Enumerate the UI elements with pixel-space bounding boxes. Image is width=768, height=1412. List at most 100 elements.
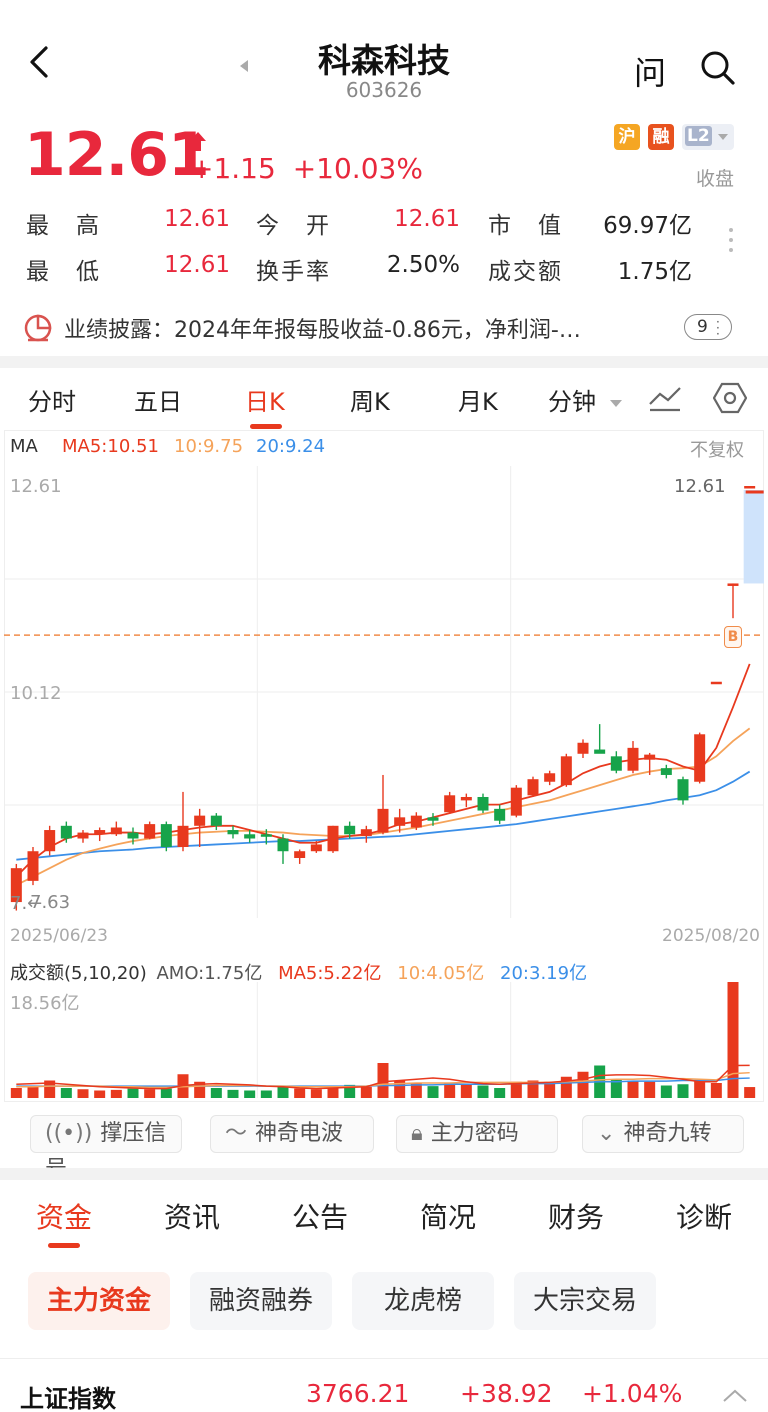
volume-bar [444,1083,456,1098]
volume-bar [494,1088,506,1098]
price-axis-mid: 10.12 [10,683,62,704]
candle-body [727,583,739,586]
level2-badge[interactable]: L2 [682,124,734,150]
last-price-label: 12.61 [674,476,726,497]
volume-bar [460,1084,472,1098]
search-icon [701,51,735,85]
candle-body [310,844,322,852]
candle-body [410,815,422,828]
line-chart-icon [649,387,681,412]
index-name: 上证指数 [20,1385,116,1412]
candle-body [744,486,756,489]
subtab-block-trade[interactable]: 大宗交易 [514,1272,656,1330]
chip-magic-nine[interactable]: ⌄ 神奇九转 [582,1115,744,1153]
volume-bar [727,982,739,1098]
candle-body [594,749,606,754]
ma5-value: MA5:10.51 [62,436,159,457]
indicator-settings-button[interactable] [648,384,682,416]
tab-daily-k[interactable]: 日K [245,382,285,417]
volume-bar [477,1085,489,1098]
tab-five-day[interactable]: 五日 [134,382,182,417]
volume-bar [677,1084,689,1098]
candlestick-chart[interactable] [4,466,764,918]
market-badge-sh: 沪 [614,124,640,150]
candle-body [94,830,106,835]
change-percent: +10.03% [292,152,423,185]
tab-profile[interactable]: 简况 [420,1196,476,1236]
chip-label: 神奇电波 [255,1121,344,1146]
more-stats-icon[interactable] [729,228,733,252]
chip-support-resistance[interactable]: ((•))撑压信号 [30,1115,182,1182]
tab-funds[interactable]: 资金 [36,1196,92,1236]
dropdown-icon [718,134,728,140]
notice-count: 9 [697,317,708,337]
level2-label: L2 [685,126,712,146]
volume-bar [377,1063,389,1098]
adjust-mode[interactable]: 不复权 [690,436,744,462]
buy-marker[interactable]: B [724,626,742,648]
chip-label: 主力密码 [430,1121,519,1146]
active-tab-indicator [250,424,282,429]
bottom-tab-indicator [48,1243,80,1248]
index-change-percent: +1.04% [582,1379,683,1408]
volume-bar [144,1089,156,1098]
volume-bar [627,1080,639,1098]
candle-body [610,756,622,771]
candle-body [694,734,706,782]
tab-intraday[interactable]: 分时 [28,382,76,417]
candle-body [77,832,89,839]
candle-body [710,681,722,685]
chevron-down-icon [609,399,622,407]
tab-minute-label: 分钟 [548,388,596,416]
stat-label-low: 最 低 [26,259,101,285]
wave-icon: 〜 [225,1121,248,1146]
stat-value-open: 12.61 [394,206,460,232]
tab-monthly-k[interactable]: 月K [458,382,498,417]
tab-minute[interactable]: 分钟 [548,382,622,417]
tab-announcements[interactable]: 公告 [292,1196,348,1236]
subtab-margin-trading[interactable]: 融资融券 [190,1272,332,1330]
subtab-main-funds[interactable]: 主力资金 [28,1272,170,1330]
candle-body [227,830,239,835]
subtab-dragon-tiger[interactable]: 龙虎榜 [352,1272,494,1330]
tab-diagnosis[interactable]: 诊断 [676,1196,732,1236]
search-button[interactable] [700,50,736,90]
volume-amo: AMO:1.75亿 [156,963,263,984]
volume-ma5: MA5:5.22亿 [278,963,382,984]
candle-body [477,796,489,811]
index-bar[interactable]: 上证指数 3766.21 +38.92 +1.04% [0,1358,768,1412]
chip-main-force-code[interactable]: 🔒︎ 主力密码 [396,1115,558,1153]
stat-value-low: 12.61 [164,252,230,278]
price-change: +1.15 +10.03% [190,152,423,185]
date-axis-start: 2025/06/23 [10,926,108,946]
volume-bar [694,1080,706,1098]
candle-body [460,796,472,801]
notice-count-badge[interactable]: 9 · · · [684,314,732,340]
volume-bar [310,1089,322,1098]
candle-body [327,825,339,852]
tab-financials[interactable]: 财务 [548,1196,604,1236]
candle-body [294,851,306,859]
volume-bar [644,1081,656,1098]
chart-settings-button[interactable] [712,381,748,419]
tab-news[interactable]: 资讯 [164,1196,220,1236]
volume-bar [160,1088,172,1098]
section-divider [0,356,768,368]
candle-body [144,824,156,839]
stat-value-market-cap: 69.97亿 [603,213,692,239]
chip-magic-wave[interactable]: 〜神奇电波 [210,1115,374,1153]
low-price-marker: 7.← [10,893,43,914]
margin-badge: 融 [648,124,674,150]
ma5-line [15,663,751,878]
ask-button[interactable]: 问 [634,48,666,94]
candle-body [377,808,389,833]
hexagon-settings-icon [712,382,748,414]
volume-chart[interactable] [4,982,764,1098]
candle-body [260,834,272,837]
candle-body [360,829,372,836]
market-status: 收盘 [696,168,735,190]
earnings-notice[interactable]: 业绩披露：2024年年报每股收益-0.86元，净利润-… 9 · · · [0,298,768,358]
chevron-up-icon[interactable] [722,1387,748,1403]
price-axis-high: 12.61 [10,476,62,497]
tab-weekly-k[interactable]: 周K [350,382,390,417]
